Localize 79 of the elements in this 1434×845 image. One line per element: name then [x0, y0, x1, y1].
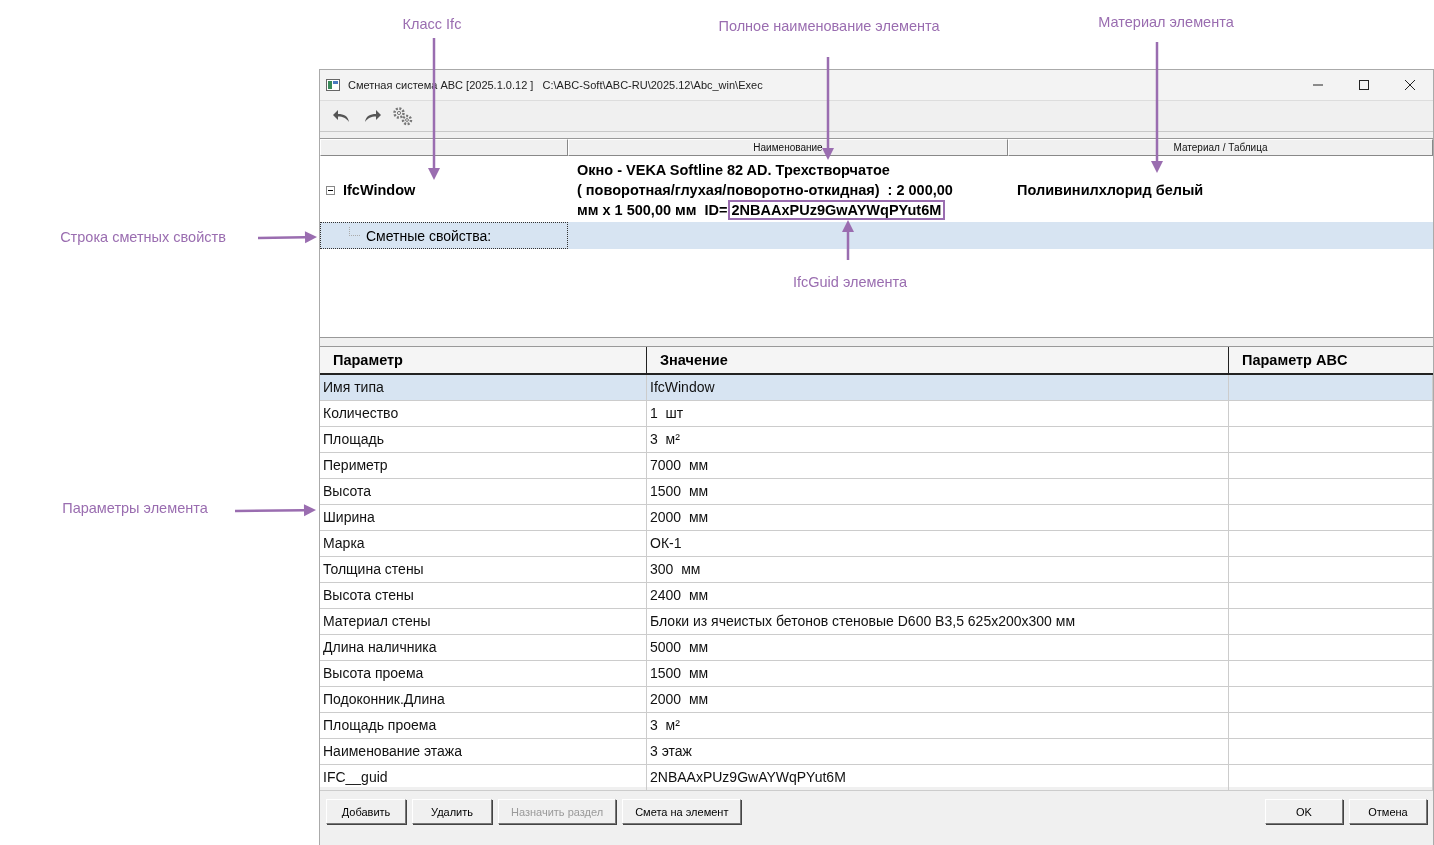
collapse-icon[interactable]: [326, 185, 335, 195]
splitter[interactable]: [320, 337, 1433, 347]
dialog-button[interactable]: Смета на элемент: [622, 799, 742, 824]
table-cell: 2NBAAxPUz9GwAYWqPYut6M: [647, 765, 1229, 790]
table-cell: 3 этаж: [647, 739, 1229, 764]
table-cell: IFC__guid: [320, 765, 647, 790]
table-cell: 2000 мм: [647, 505, 1229, 530]
table-cell: Наименование этажа: [320, 739, 647, 764]
table-row[interactable]: Площадь 3 м²: [320, 427, 1433, 453]
annotation-label: Строка сметных свойств: [60, 229, 226, 245]
material-name: Поливинилхлорид белый: [1017, 182, 1204, 198]
dialog-button[interactable]: Отмена: [1349, 799, 1427, 824]
column-header[interactable]: Наименование: [568, 139, 1008, 156]
tree-row[interactable]: Сметные свойства:: [320, 222, 1433, 249]
table-cell: 3 м²: [647, 713, 1229, 738]
table-cell: 5000 мм: [647, 635, 1229, 660]
annotation-label: IfcGuid элемента: [792, 274, 908, 290]
guid-highlight: 2NBAAxPUz9GwAYWqPYut6M: [727, 200, 946, 220]
table-row[interactable]: Подоконник.Длина 2000 мм: [320, 687, 1433, 713]
column-header[interactable]: Параметр ABC: [1229, 347, 1433, 373]
table-cell: Ширина: [320, 505, 647, 530]
element-name: ( поворотная/глухая/поворотно-откидная) : 2 000,00: [577, 182, 953, 198]
table-row[interactable]: Высота проема 1500 мм: [320, 661, 1433, 687]
table-cell: Количество: [320, 401, 647, 426]
table-cell: Материал стены: [320, 609, 647, 634]
table-cell: ОК-1: [647, 531, 1229, 556]
annotation-label: Класс Ifc: [402, 16, 462, 32]
annotation-label: Параметры элемента: [62, 500, 208, 516]
table-cell: 2000 мм: [647, 687, 1229, 712]
app-icon: [326, 79, 340, 91]
table-cell: Периметр: [320, 453, 647, 478]
table-cell: Высота: [320, 479, 647, 504]
arrow: [842, 220, 854, 260]
element-name: Окно - VEKA Softline 82 AD. Трехстворчатое: [577, 162, 890, 178]
table-cell: 2400 мм: [647, 583, 1229, 608]
table-row[interactable]: Высота 1500 мм: [320, 479, 1433, 505]
column-header[interactable]: Материал / Таблица: [1008, 139, 1433, 156]
table-cell: 1500 мм: [647, 479, 1229, 504]
table-cell: 1 шт: [647, 401, 1229, 426]
column-header[interactable]: Параметр: [320, 347, 647, 373]
table-row[interactable]: Толщина стены 300 мм: [320, 557, 1433, 583]
table-row[interactable]: Материал стены Блоки из ячеистых бетонов стеновые D600 B3,5 625x200x300 мм: [320, 609, 1433, 635]
table-row[interactable]: Площадь проема 3 м²: [320, 713, 1433, 739]
table-cell: 1500 мм: [647, 661, 1229, 686]
table-cell: Толщина стены: [320, 557, 647, 582]
table-cell: 7000 мм: [647, 453, 1229, 478]
annotation-label: Полное наименование элемента: [718, 18, 940, 34]
table-cell: IfcWindow: [647, 375, 1229, 400]
class-name: IfcWindow: [343, 182, 416, 198]
dialog-button[interactable]: OK: [1265, 799, 1343, 824]
dialog-button[interactable]: Удалить: [412, 799, 492, 824]
table-row[interactable]: Наименование этажа 3 этаж: [320, 739, 1433, 765]
table-cell: Высота стены: [320, 583, 647, 608]
table-cell: Высота проема: [320, 661, 647, 686]
column-header[interactable]: [320, 139, 568, 156]
annotation-label: Материал элемента: [1098, 14, 1234, 30]
table-cell: Марка: [320, 531, 647, 556]
table-row[interactable]: Ширина 2000 мм: [320, 505, 1433, 531]
table-cell: Площадь проема: [320, 713, 647, 738]
arrow: [257, 231, 317, 244]
table-row[interactable]: Количество 1 шт: [320, 401, 1433, 427]
table-cell: 300 мм: [647, 557, 1229, 582]
tree-item-label: Сметные свойства:: [366, 227, 492, 244]
table-row[interactable]: Марка ОК-1: [320, 531, 1433, 557]
table-cell: 3 м²: [647, 427, 1229, 452]
table-cell: Площадь: [320, 427, 647, 452]
table-cell: Блоки из ячеистых бетонов стеновые D600 B3,5 625x200x300 мм: [647, 609, 1229, 634]
table-row[interactable]: IFC__guid 2NBAAxPUz9GwAYWqPYut6M: [320, 765, 1433, 791]
gears-icon[interactable]: [392, 106, 414, 126]
table-cell: Подоконник.Длина: [320, 687, 647, 712]
table-cell: Длина наличника: [320, 635, 647, 660]
table-row[interactable]: Периметр 7000 мм: [320, 453, 1433, 479]
table-row[interactable]: Длина наличника 5000 мм: [320, 635, 1433, 661]
table-cell: Имя типа: [320, 375, 647, 400]
column-header[interactable]: Значение: [647, 347, 1229, 373]
element-name: мм x 1 500,00 мм ID=: [577, 202, 728, 218]
table-row[interactable]: Имя типа IfcWindow: [320, 375, 1433, 401]
table-row[interactable]: Высота стены 2400 мм: [320, 583, 1433, 609]
dialog-button[interactable]: Добавить: [326, 799, 406, 824]
